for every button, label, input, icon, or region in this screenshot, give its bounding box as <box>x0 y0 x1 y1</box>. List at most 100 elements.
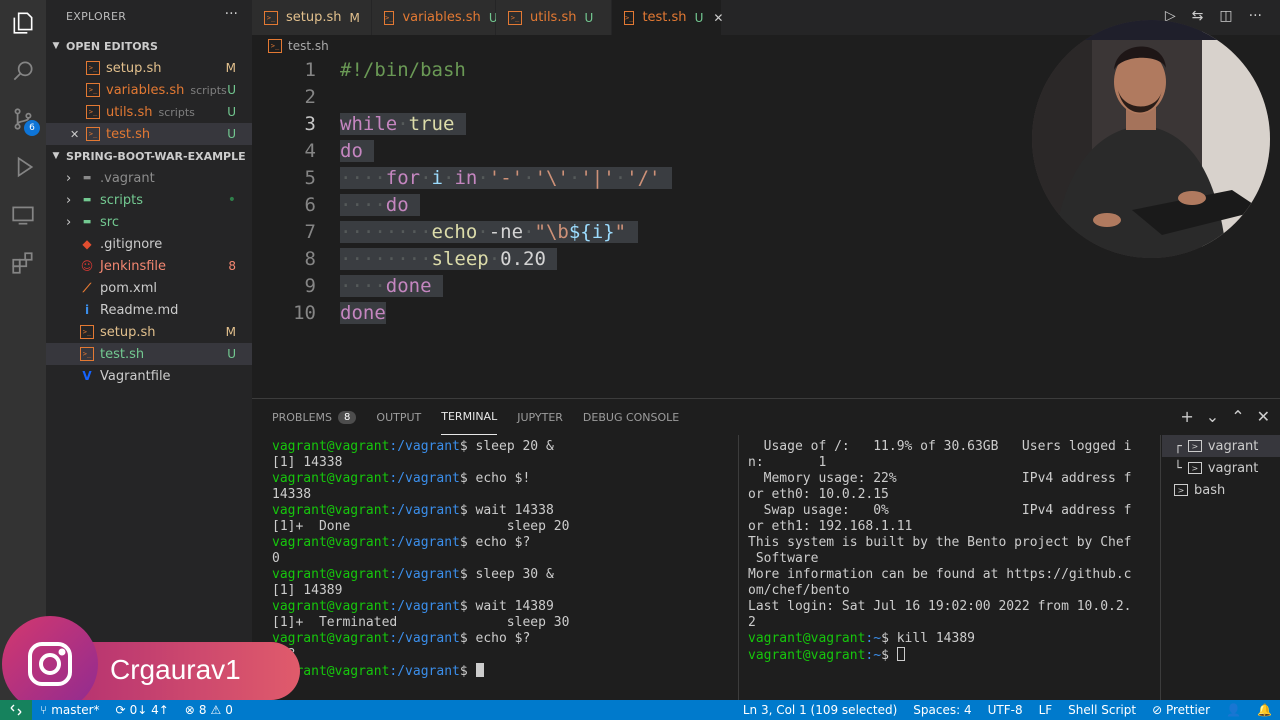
compare-icon[interactable]: ⇆ <box>1192 8 1204 24</box>
panel-tab-debug-console[interactable]: DEBUG CONSOLE <box>583 399 679 435</box>
project-header[interactable]: ▼ SPRING-BOOT-WAR-EXAMPLE <box>46 145 252 167</box>
file-name: variables.sh <box>106 82 185 98</box>
close-panel-icon[interactable]: ✕ <box>1257 407 1270 426</box>
prompt-user: vagrant@vagrant <box>748 648 866 663</box>
panel-tab-jupyter[interactable]: JUPYTER <box>517 399 563 435</box>
run-debug-icon[interactable] <box>0 144 46 190</box>
account-icon[interactable]: 👤 <box>1226 703 1241 717</box>
extensions-icon[interactable] <box>0 240 46 286</box>
split-divider[interactable] <box>738 435 739 701</box>
editor-tab[interactable]: >_ setup.sh M <box>252 0 372 35</box>
sync-indicator[interactable]: ⟳ 0↓ 4↑ <box>108 703 177 717</box>
encoding[interactable]: UTF-8 <box>988 703 1023 717</box>
terminal-line: Software <box>748 551 819 566</box>
problems-indicator[interactable]: ⊗ 8 ⚠ 0 <box>177 703 241 717</box>
split-editor-icon[interactable]: ◫ <box>1219 8 1232 24</box>
folder-item[interactable]: › ▬ scripts • <box>46 189 252 211</box>
explorer-title: EXPLORER <box>66 10 127 23</box>
panel-tab-label: OUTPUT <box>376 410 422 424</box>
code-line[interactable]: ····for·i·in·'-'·'\'·'|'·'/' <box>340 167 672 189</box>
language-mode[interactable]: Shell Script <box>1068 703 1136 717</box>
explorer-icon[interactable] <box>0 0 46 46</box>
branch-indicator[interactable]: ⑂ master* <box>32 703 108 717</box>
terminal-line: Usage of /: 11.9% of 30.63GB Users logge… <box>748 439 1132 454</box>
output-text: [1] 14338 <box>272 455 343 470</box>
cursor-position[interactable]: Ln 3, Col 1 (109 selected) <box>743 703 897 717</box>
panel-tab-terminal[interactable]: TERMINAL <box>441 399 498 435</box>
terminal-right[interactable]: Usage of /: 11.9% of 30.63GB Users logge… <box>748 439 1132 664</box>
end-of-line[interactable]: LF <box>1039 703 1053 717</box>
command-text: sleep 20 & <box>475 439 554 454</box>
explorer-sidebar: EXPLORER ··· ▼ OPEN EDITORS >_ setup.sh M >… <box>46 0 252 700</box>
file-item[interactable]: >_ setup.sh M <box>46 321 252 343</box>
file-item[interactable]: ⟋ pom.xml <box>46 277 252 299</box>
project-label: SPRING-BOOT-WAR-EXAMPLE <box>66 149 246 163</box>
open-editor-item[interactable]: ✕ >_ test.sh U <box>46 123 252 145</box>
terminal-left[interactable]: vagrant@vagrant:/vagrant$ sleep 20 & [1] … <box>272 439 569 680</box>
file-item[interactable]: V Vagrantfile <box>46 365 252 387</box>
file-item[interactable]: >_ test.sh U <box>46 343 252 365</box>
panel-tabs: PROBLEMS 8 OUTPUT TERMINAL JUPYTER DEBUG CONS… <box>272 399 679 435</box>
shell-file-icon: >_ <box>86 83 100 97</box>
remote-indicator-icon[interactable] <box>0 700 32 720</box>
indentation[interactable]: Spaces: 4 <box>913 703 971 717</box>
prettier-status[interactable]: ⊘ Prettier <box>1152 703 1210 717</box>
terminal-list-item[interactable]: └ > vagrant <box>1162 457 1280 479</box>
code-line[interactable]: #!/bin/bash <box>340 59 466 81</box>
folder-icon: ▬ <box>82 173 92 183</box>
file-item[interactable]: ☺ Jenkinsfile 8 <box>46 255 252 277</box>
more-actions-icon[interactable]: ··· <box>225 6 238 22</box>
terminal-list-item[interactable]: ┌ > vagrant <box>1162 435 1280 457</box>
file-name: test.sh <box>106 126 151 142</box>
prompt-user: vagrant@vagrant <box>272 503 390 518</box>
notifications-icon[interactable]: 🔔 <box>1257 703 1272 717</box>
file-item[interactable]: ◆ .gitignore <box>46 233 252 255</box>
code-line[interactable]: ····do <box>340 194 421 216</box>
shell-file-icon: >_ <box>508 10 522 25</box>
shell-file-icon: >_ <box>384 10 395 25</box>
code-line[interactable]: do <box>340 140 375 162</box>
info-icon: i <box>84 303 90 317</box>
new-terminal-icon[interactable]: + <box>1180 407 1193 426</box>
terminal-line: vagrant@vagrant:/vagrant$ sleep 20 & <box>272 439 569 455</box>
error-count: 8 <box>198 703 207 717</box>
maximize-panel-icon[interactable]: ⌃ <box>1231 407 1244 426</box>
folder-item[interactable]: › ▬ src <box>46 211 252 233</box>
file-path: scripts <box>190 83 227 97</box>
open-editor-item[interactable]: >_ utils.sh scripts U <box>46 101 252 123</box>
vagrant-icon: V <box>82 369 92 383</box>
panel-tab-problems[interactable]: PROBLEMS 8 <box>272 399 357 435</box>
editor-tab[interactable]: >_ variables.sh U <box>372 0 498 35</box>
open-editor-item[interactable]: >_ variables.sh scripts U <box>46 79 252 101</box>
file-name: setup.sh <box>100 324 156 340</box>
editor-tab[interactable]: >_ utils.sh U <box>496 0 612 35</box>
remote-explorer-icon[interactable] <box>0 192 46 238</box>
folder-item[interactable]: › ▬ .vagrant <box>46 167 252 189</box>
open-editors-header[interactable]: ▼ OPEN EDITORS <box>46 35 252 57</box>
close-icon[interactable]: ✕ <box>70 128 86 141</box>
file-item[interactable]: i Readme.md <box>46 299 252 321</box>
breadcrumb-file[interactable]: test.sh <box>288 39 329 53</box>
terminal-list-item[interactable]: > bash <box>1162 479 1280 501</box>
dropdown-icon[interactable]: ⌄ <box>1206 407 1219 426</box>
editor-tab[interactable]: >_ test.sh U ✕ <box>612 0 723 35</box>
terminal-line: vagrant@vagrant:/vagrant$ echo $! <box>272 471 569 487</box>
panel-tab-output[interactable]: OUTPUT <box>376 399 421 435</box>
terminal-line: vagrant@vagrant:~$ kill 14389 <box>748 631 1132 647</box>
terminal-line: vagrant@vagrant:/vagrant$ wait 14338 <box>272 503 569 519</box>
code-line[interactable]: while·true <box>340 113 466 135</box>
prompt-symbol: $ <box>459 503 476 518</box>
git-status: U <box>227 347 236 361</box>
shell-file-icon: >_ <box>624 10 635 25</box>
prompt-user: vagrant@vagrant <box>272 567 390 582</box>
code-line[interactable]: ····done <box>340 275 443 297</box>
search-icon[interactable] <box>0 48 46 94</box>
code-line[interactable]: done <box>340 302 386 324</box>
code-line[interactable]: ········sleep·0.20 <box>340 248 558 270</box>
open-editor-item[interactable]: >_ setup.sh M <box>46 57 252 79</box>
code-line[interactable]: ········echo·-ne·"\b${i}" <box>340 221 638 243</box>
source-control-icon[interactable] <box>0 96 46 142</box>
close-icon[interactable]: ✕ <box>713 11 723 25</box>
more-actions-icon[interactable]: ··· <box>1249 8 1262 24</box>
prompt-user: vagrant@vagrant <box>272 439 390 454</box>
